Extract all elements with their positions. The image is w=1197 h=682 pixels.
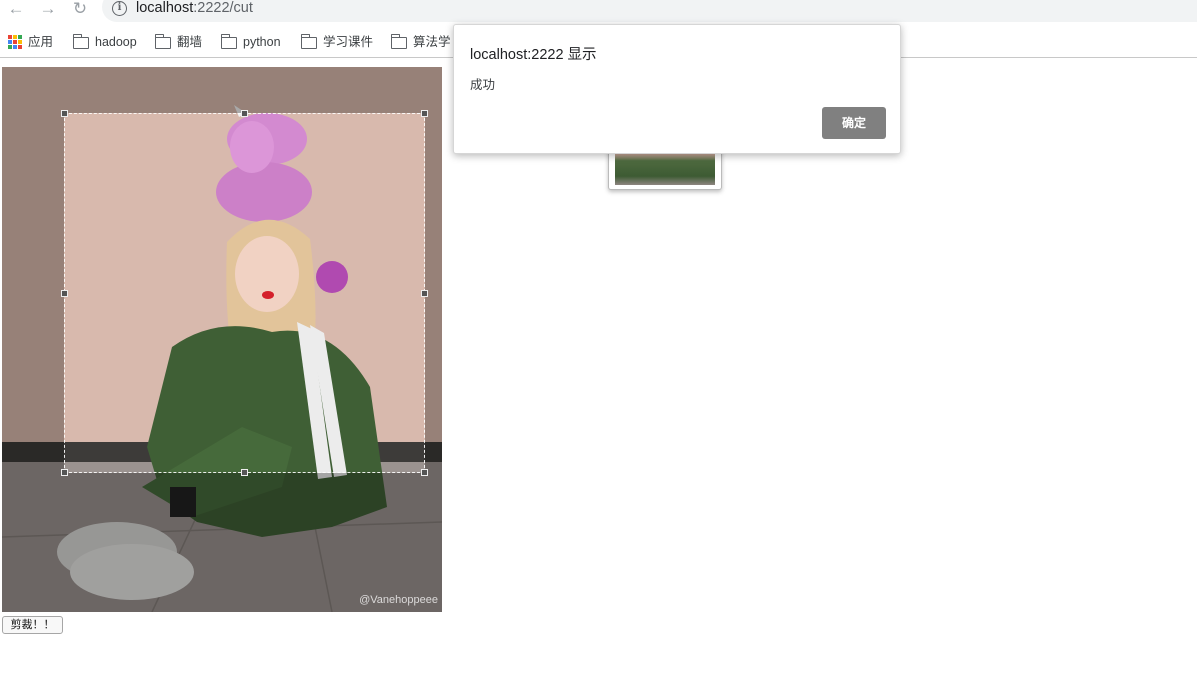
folder-icon [154, 34, 171, 49]
crop-selection[interactable] [61, 110, 428, 476]
source-photo: @Vanehoppeee [2, 67, 442, 612]
crop-handle-s[interactable] [241, 469, 248, 476]
bookmark-study[interactable]: 学习课件 [300, 32, 374, 52]
bookmark-label: hadoop [95, 35, 137, 49]
crop-mask-bottom [2, 473, 442, 612]
url-host: localhost [136, 0, 194, 16]
bookmark-hadoop[interactable]: hadoop [72, 32, 137, 52]
browser-toolbar: ← → ↻ i localhost:2222/cut [0, 0, 1197, 24]
back-arrow-icon[interactable]: ← [5, 0, 27, 18]
bookmark-algorithm[interactable]: 算法学 [390, 32, 451, 52]
crop-handle-w[interactable] [61, 290, 68, 297]
bookmark-apps[interactable]: 应用 [8, 32, 53, 52]
folder-icon [390, 34, 407, 49]
bookmark-label: 学习课件 [323, 35, 374, 49]
bookmark-fanqiang[interactable]: 翻墙 [154, 32, 203, 52]
bookmark-label: 应用 [28, 35, 54, 49]
crop-handle-se[interactable] [421, 469, 428, 476]
crop-handle-sw[interactable] [61, 469, 68, 476]
bookmark-label: 翻墙 [177, 35, 203, 49]
photo-watermark: @Vanehoppeee [359, 594, 438, 606]
info-icon[interactable]: i [112, 1, 127, 16]
bookmark-label: python [243, 35, 281, 49]
crop-mask-left [2, 113, 64, 473]
address-bar[interactable]: i localhost:2222/cut [102, 0, 1197, 22]
forward-arrow-icon[interactable]: → [37, 0, 59, 18]
reload-icon[interactable]: ↻ [69, 0, 91, 18]
alert-dialog: localhost:2222 显示 成功 确定 [453, 24, 901, 154]
bookmark-python[interactable]: python [220, 32, 281, 52]
folder-icon [220, 34, 237, 49]
cut-button[interactable]: 剪裁！！ [2, 616, 63, 634]
crop-handle-n[interactable] [241, 110, 248, 117]
folder-icon [300, 34, 317, 49]
folder-icon [72, 34, 89, 49]
crop-mask-top [2, 67, 442, 113]
crop-handle-nw[interactable] [61, 110, 68, 117]
crop-handle-e[interactable] [421, 290, 428, 297]
ok-button[interactable]: 确定 [822, 107, 886, 139]
dialog-message: 成功 [470, 78, 496, 92]
dialog-title: localhost:2222 显示 [470, 47, 597, 63]
bookmark-label: 算法学 [413, 35, 451, 49]
apps-grid-icon [8, 35, 22, 49]
crop-handle-ne[interactable] [421, 110, 428, 117]
address-url[interactable]: localhost:2222/cut [136, 0, 253, 16]
url-path: :2222/cut [193, 0, 253, 16]
